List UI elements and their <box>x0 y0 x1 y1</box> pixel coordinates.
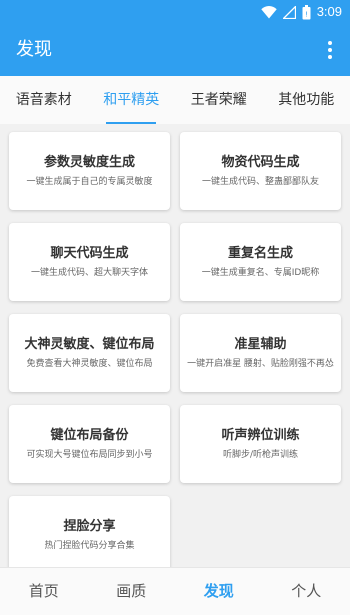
card-subtitle: 听脚步/听枪声训练 <box>222 450 299 460</box>
card-sound-location-training[interactable]: 听声辨位训练 听脚步/听枪声训练 <box>180 405 341 483</box>
status-time: 3:09 <box>316 4 342 19</box>
nav-discover[interactable]: 发现 <box>175 568 263 615</box>
tab-bar: 语音素材 和平精英 王者荣耀 其他功能 <box>0 76 350 124</box>
card-layout-backup[interactable]: 键位布局备份 可实现大号键位布局同步到小号 <box>9 405 170 483</box>
app-bar: 发现 <box>0 24 350 76</box>
svg-text:!: ! <box>305 10 308 18</box>
status-icons: ! 3:09 <box>260 4 342 20</box>
card-title: 重复名生成 <box>227 246 293 261</box>
cell-signal-icon <box>282 5 296 19</box>
card-chat-code-generator[interactable]: 聊天代码生成 一键生成代码、超大聊天字体 <box>9 223 170 301</box>
card-title: 参数灵敏度生成 <box>43 155 135 170</box>
tab-peace-elite[interactable]: 和平精英 <box>88 76 176 124</box>
card-title: 听声辨位训练 <box>221 428 300 443</box>
card-subtitle: 一键生成属于自己的专属灵敏度 <box>26 177 153 187</box>
card-title: 准星辅助 <box>234 337 287 352</box>
nav-graphics[interactable]: 画质 <box>88 568 176 615</box>
card-title: 键位布局备份 <box>50 428 129 443</box>
nav-profile[interactable]: 个人 <box>263 568 350 615</box>
tab-honor-of-kings[interactable]: 王者荣耀 <box>175 76 263 124</box>
card-subtitle: 热门捏脸代码分享合集 <box>44 541 135 551</box>
card-item-code-generator[interactable]: 物资代码生成 一键生成代码、整蛊鄙鄙队友 <box>180 132 341 210</box>
card-title: 聊天代码生成 <box>50 246 129 261</box>
card-subtitle: 一键生成重复名、专属ID昵称 <box>201 268 320 278</box>
card-title: 捏脸分享 <box>63 519 116 534</box>
tab-voice-material[interactable]: 语音素材 <box>0 76 88 124</box>
card-title: 物资代码生成 <box>221 155 300 170</box>
status-bar: ! 3:09 <box>0 0 350 24</box>
card-crosshair-assist[interactable]: 准星辅助 一键开启准星 腰射、贴脸刚强不再怂 <box>180 314 341 392</box>
card-sensitivity-generator[interactable]: 参数灵敏度生成 一键生成属于自己的专属灵敏度 <box>9 132 170 210</box>
card-subtitle: 免费查看大神灵敏度、键位布局 <box>26 359 153 369</box>
card-duplicate-name-generator[interactable]: 重复名生成 一键生成重复名、专属ID昵称 <box>180 223 341 301</box>
more-vert-icon[interactable] <box>320 38 340 62</box>
feature-grid: 参数灵敏度生成 一键生成属于自己的专属灵敏度 物资代码生成 一键生成代码、整蛊鄙… <box>0 124 350 567</box>
card-subtitle: 可实现大号键位布局同步到小号 <box>26 450 153 460</box>
card-title: 大神灵敏度、键位布局 <box>24 337 155 352</box>
page-title: 发现 <box>16 39 52 60</box>
card-pro-sensitivity-layout[interactable]: 大神灵敏度、键位布局 免费查看大神灵敏度、键位布局 <box>9 314 170 392</box>
card-subtitle: 一键生成代码、超大聊天字体 <box>30 268 148 278</box>
nav-home[interactable]: 首页 <box>0 568 88 615</box>
battery-icon: ! <box>302 4 311 19</box>
card-subtitle: 一键生成代码、整蛊鄙鄙队友 <box>201 177 319 187</box>
bottom-nav: 首页 画质 发现 个人 <box>0 567 350 615</box>
tab-other-functions[interactable]: 其他功能 <box>263 76 350 124</box>
card-subtitle: 一键开启准星 腰射、贴脸刚强不再怂 <box>187 359 334 369</box>
wifi-icon <box>260 5 277 18</box>
card-face-share[interactable]: 捏脸分享 热门捏脸代码分享合集 <box>9 496 170 567</box>
